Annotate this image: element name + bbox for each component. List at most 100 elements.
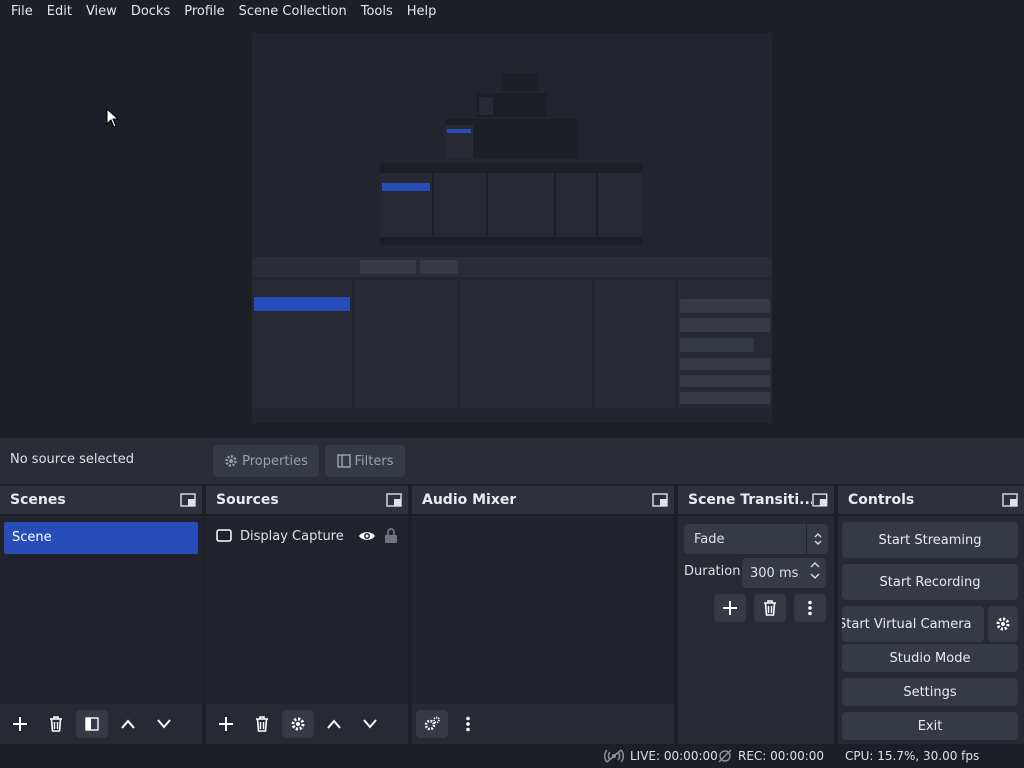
- menu-docks[interactable]: Docks: [124, 0, 177, 24]
- scene-transitions-dock-header: Scene Transiti...: [678, 486, 834, 516]
- duration-spinbox[interactable]: 300 ms: [742, 558, 826, 588]
- transition-value: Fade: [694, 531, 725, 547]
- scenes-dock-header: Scenes: [0, 486, 202, 516]
- chevron-down-icon: [810, 573, 820, 579]
- menu-view[interactable]: View: [79, 0, 124, 24]
- scene-transitions-dock: Scene Transiti... Fade Duration 300 ms: [678, 486, 834, 744]
- virtual-camera-settings-button[interactable]: [988, 606, 1018, 642]
- remove-source-button[interactable]: [246, 710, 278, 738]
- monitor-icon: [216, 529, 232, 542]
- sources-dock: Sources Display Capture: [206, 486, 408, 744]
- chevron-up-icon: [810, 562, 820, 568]
- source-name: Display Capture: [240, 528, 344, 544]
- scenes-dock-title: Scenes: [10, 492, 66, 508]
- move-source-up-button[interactable]: [318, 710, 350, 738]
- broadcast-icon: [604, 749, 624, 763]
- live-time: LIVE: 00:00:00: [630, 749, 718, 763]
- trash-icon: [764, 600, 776, 616]
- live-status: LIVE: 00:00:00: [604, 749, 718, 763]
- start-recording-button[interactable]: Start Recording: [842, 564, 1018, 600]
- scene-filters-button[interactable]: [76, 710, 108, 738]
- filters-button[interactable]: Filters: [325, 445, 405, 477]
- move-scene-up-button[interactable]: [112, 710, 144, 738]
- rec-time: REC: 00:00:00: [738, 749, 825, 763]
- filters-label: Filters: [354, 453, 394, 469]
- undock-icon[interactable]: [1002, 493, 1018, 507]
- transition-select[interactable]: Fade: [684, 524, 828, 554]
- controls-dock-title: Controls: [848, 492, 915, 508]
- audio-settings-button[interactable]: [416, 710, 448, 738]
- properties-button[interactable]: Properties: [213, 445, 319, 477]
- duration-label: Duration: [684, 564, 741, 579]
- chevron-up-icon: [121, 719, 135, 729]
- display-capture-preview: [252, 33, 772, 423]
- no-source-label: No source selected: [10, 452, 134, 467]
- menu-profile[interactable]: Profile: [177, 0, 231, 24]
- source-toolbar: No source selected Properties Filters: [0, 438, 1024, 484]
- controls-dock-header: Controls: [838, 486, 1024, 516]
- cpu-fps: CPU: 15.7%, 30.00 fps: [845, 749, 980, 763]
- filter-icon: [336, 454, 351, 468]
- transition-buttons: [714, 594, 826, 622]
- scene-transitions-body: Fade Duration 300 ms: [678, 518, 834, 744]
- add-source-button[interactable]: [210, 710, 242, 738]
- audio-menu-button[interactable]: [452, 710, 484, 738]
- remove-scene-button[interactable]: [40, 710, 72, 738]
- chevron-down-icon: [157, 719, 171, 729]
- scene-item[interactable]: Scene: [4, 522, 198, 554]
- undock-icon[interactable]: [180, 493, 196, 507]
- controls-body: Start Streaming Start Recording Start Vi…: [838, 518, 1024, 744]
- mouse-cursor-icon: [106, 108, 120, 128]
- properties-label: Properties: [242, 453, 308, 469]
- sources-footer: [206, 704, 408, 744]
- menu-file[interactable]: File: [4, 0, 40, 24]
- start-virtual-camera-button[interactable]: Start Virtual Camera: [842, 606, 984, 642]
- sources-dock-title: Sources: [216, 492, 279, 508]
- start-streaming-button[interactable]: Start Streaming: [842, 522, 1018, 558]
- sources-dock-header: Sources: [206, 486, 408, 516]
- move-source-down-button[interactable]: [354, 710, 386, 738]
- menu-tools[interactable]: Tools: [354, 0, 400, 24]
- status-bar: LIVE: 00:00:00 REC: 00:00:00 CPU: 15.7%,…: [0, 744, 1024, 768]
- audio-mixer-dock: Audio Mixer: [412, 486, 674, 744]
- transition-menu-button[interactable]: [794, 594, 826, 622]
- kebab-menu-icon: [466, 716, 470, 732]
- eye-icon[interactable]: [358, 529, 376, 543]
- add-scene-button[interactable]: [4, 710, 36, 738]
- preview-canvas[interactable]: [252, 33, 772, 423]
- chevron-up-icon: [327, 719, 341, 729]
- gears-icon: [424, 716, 440, 731]
- plus-icon: [219, 717, 233, 731]
- move-scene-down-button[interactable]: [148, 710, 180, 738]
- source-item[interactable]: Display Capture: [216, 524, 398, 548]
- studio-mode-button[interactable]: Studio Mode: [842, 644, 1018, 672]
- cpu-status: CPU: 15.7%, 30.00 fps: [845, 749, 979, 763]
- menu-bar: File Edit View Docks Profile Scene Colle…: [0, 0, 1024, 24]
- spin-arrows[interactable]: [810, 562, 820, 579]
- gear-icon: [225, 455, 237, 467]
- remove-transition-button[interactable]: [754, 594, 786, 622]
- controls-dock: Controls Start Streaming Start Recording…: [838, 486, 1024, 744]
- preview-area[interactable]: [0, 24, 1024, 438]
- duration-value: 300 ms: [750, 565, 799, 581]
- menu-scene-collection[interactable]: Scene Collection: [232, 0, 354, 24]
- scenes-footer: [0, 704, 202, 744]
- gear-icon: [996, 617, 1010, 631]
- source-properties-button[interactable]: [282, 710, 314, 738]
- audio-mixer-dock-title: Audio Mixer: [422, 492, 517, 508]
- menu-help[interactable]: Help: [400, 0, 444, 24]
- start-virtual-camera-label: Start Virtual Camera: [842, 616, 972, 632]
- plus-icon: [723, 601, 737, 615]
- audio-mixer-footer: [412, 704, 674, 744]
- undock-icon[interactable]: [386, 493, 402, 507]
- trash-icon: [50, 716, 62, 732]
- scene-transitions-dock-title: Scene Transiti...: [688, 492, 813, 508]
- unlock-icon[interactable]: [384, 528, 398, 544]
- undock-icon[interactable]: [812, 493, 828, 507]
- add-transition-button[interactable]: [714, 594, 746, 622]
- menu-edit[interactable]: Edit: [40, 0, 79, 24]
- undock-icon[interactable]: [652, 493, 668, 507]
- exit-button[interactable]: Exit: [842, 712, 1018, 740]
- settings-button[interactable]: Settings: [842, 678, 1018, 706]
- plus-icon: [13, 717, 27, 731]
